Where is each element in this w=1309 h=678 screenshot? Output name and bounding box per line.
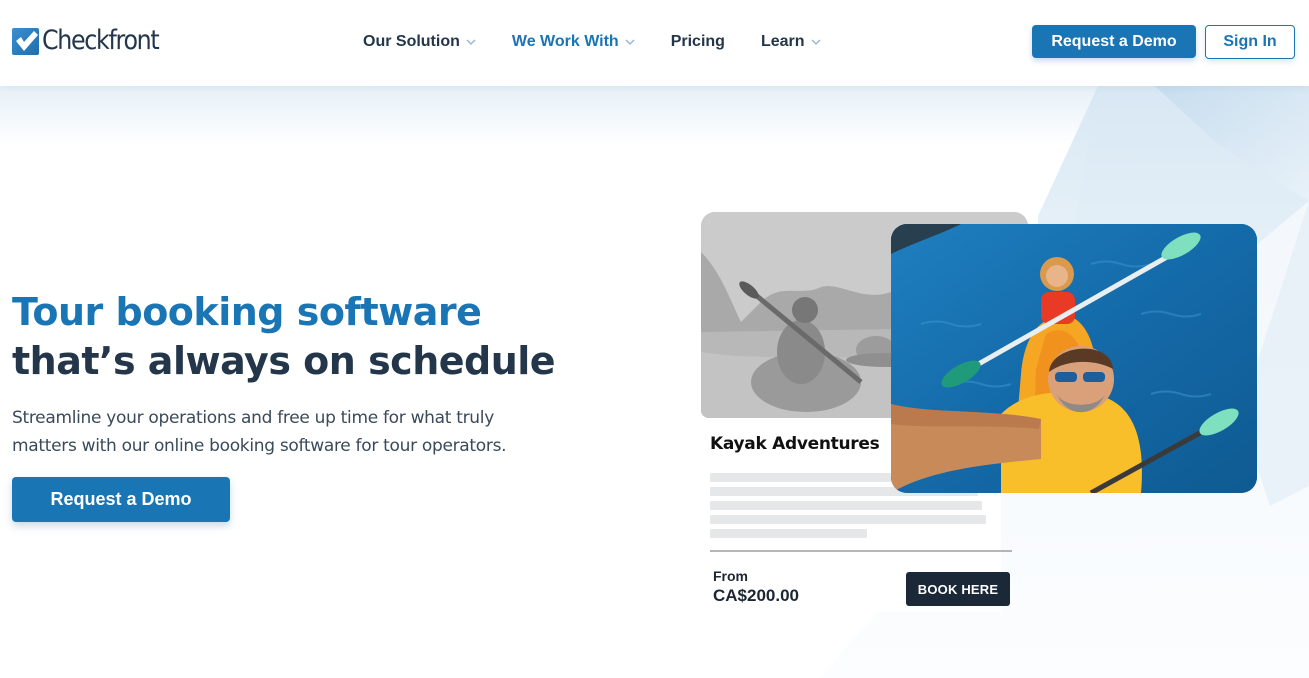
nav-item-our-solution[interactable]: Our Solution xyxy=(363,33,476,51)
hero-subtitle: Streamline your operations and free up t… xyxy=(12,408,507,456)
price-from-label: From xyxy=(713,568,748,584)
kayak-selfie-photo xyxy=(891,224,1257,493)
hero-title-line2: that’s always on schedule xyxy=(12,339,556,383)
request-demo-button[interactable]: Request a Demo xyxy=(1032,25,1196,58)
logo-text: Checkfront xyxy=(42,25,160,56)
hero-request-demo-button[interactable]: Request a Demo xyxy=(12,477,230,522)
page: Checkfront Our Solution We Work With Pri… xyxy=(0,0,1309,678)
book-here-button[interactable]: BOOK HERE xyxy=(906,572,1010,606)
card-title: Kayak Adventures xyxy=(710,434,880,454)
checkmark-logo-icon xyxy=(12,27,39,55)
placeholder-text-line xyxy=(710,515,986,524)
nav-label: Our Solution xyxy=(363,33,460,50)
card-divider xyxy=(710,550,1012,552)
site-header: Checkfront Our Solution We Work With Pri… xyxy=(0,0,1309,86)
nav-label: Learn xyxy=(760,33,805,50)
nav-item-we-work-with[interactable]: We Work With xyxy=(512,33,635,51)
chevron-down-icon xyxy=(811,39,820,45)
sign-in-button[interactable]: Sign In xyxy=(1205,25,1295,59)
chevron-down-icon xyxy=(625,39,635,45)
nav-item-pricing[interactable]: Pricing xyxy=(671,33,725,51)
nav-item-learn[interactable]: Learn xyxy=(761,33,821,51)
hero-title-line1: Tour booking software xyxy=(12,290,482,334)
nav-label: We Work With xyxy=(511,33,619,50)
checkfront-logo[interactable]: Checkfront xyxy=(12,26,174,56)
price-value: CA$200.00 xyxy=(713,586,800,605)
main-nav: Our Solution We Work With Pricing Learn xyxy=(363,31,857,53)
placeholder-text-line xyxy=(710,501,982,510)
chevron-down-icon xyxy=(466,39,476,45)
nav-label: Pricing xyxy=(670,33,725,50)
placeholder-text-line xyxy=(710,529,867,538)
hero-title: Tour booking software that’s always on s… xyxy=(12,288,556,386)
